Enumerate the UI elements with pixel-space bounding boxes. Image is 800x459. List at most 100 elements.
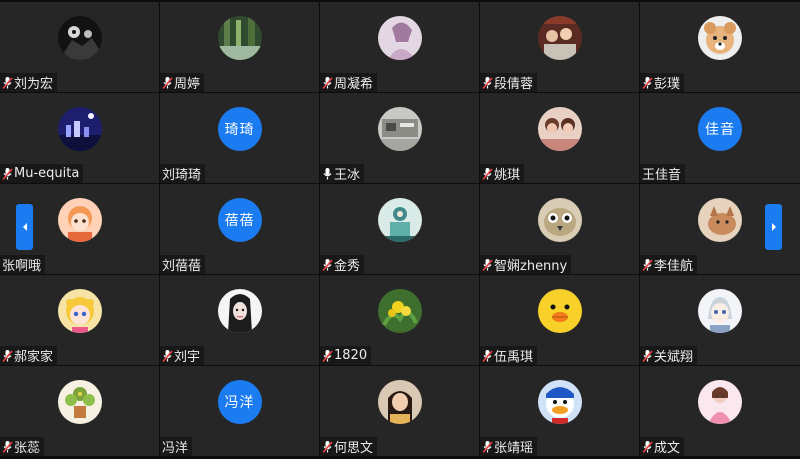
avatar (57, 289, 102, 333)
participant-tile[interactable]: 佳音 王佳音 (640, 93, 800, 183)
nameplate: 刘琦琦 (160, 164, 206, 183)
participant-tile[interactable]: 周婷 (160, 2, 319, 92)
mic-muted-icon (482, 167, 493, 181)
avatar (698, 289, 742, 333)
participant-name: 刘为宏 (14, 77, 54, 92)
participant-name: 郝家家 (14, 350, 54, 365)
participant-name: 王佳音 (642, 168, 682, 183)
mic-muted-icon (322, 440, 333, 454)
nameplate: 王佳音 (640, 164, 686, 183)
avatar (57, 16, 102, 60)
mic-muted-icon (2, 440, 13, 454)
participant-tile[interactable]: 刘为宏 (0, 2, 159, 92)
nameplate: 郝家家 (0, 346, 58, 365)
avatar-initials: 冯洋 (217, 380, 262, 424)
participant-name: 张蕊 (14, 441, 41, 456)
nameplate: 刘为宏 (0, 73, 58, 92)
chevron-left-icon (21, 222, 29, 232)
avatar (217, 16, 262, 60)
participant-tile[interactable]: 张靖瑶 (480, 366, 639, 456)
avatar (698, 380, 742, 424)
avatar (377, 380, 422, 424)
participant-name: 彭璞 (654, 77, 681, 92)
nameplate: 周凝希 (320, 73, 378, 92)
participant-tile[interactable]: 何思文 (320, 366, 479, 456)
mic-muted-icon (642, 440, 653, 454)
participant-tile[interactable]: 段倩蓉 (480, 2, 639, 92)
participant-name: 成文 (654, 441, 681, 456)
avatar (698, 198, 742, 242)
nameplate: 冯洋 (160, 437, 193, 456)
participant-name: 张啊哦 (2, 259, 42, 274)
participant-name: 张靖瑶 (494, 441, 534, 456)
participant-tile[interactable]: 琦琦 刘琦琦 (160, 93, 319, 183)
next-page-button[interactable] (765, 204, 782, 250)
participant-name: 刘琦琦 (162, 168, 202, 183)
avatar-initials: 琦琦 (217, 107, 262, 151)
participant-tile[interactable]: 张蕊 (0, 366, 159, 456)
participant-tile[interactable]: 刘宇 (160, 275, 319, 365)
avatar (57, 380, 102, 424)
chevron-right-icon (770, 222, 778, 232)
avatar (377, 289, 422, 333)
nameplate: 段倩蓉 (480, 73, 538, 92)
avatar (537, 289, 582, 333)
participant-name: 王冰 (334, 168, 361, 183)
mic-muted-icon (322, 76, 333, 90)
mic-muted-icon (482, 76, 493, 90)
participant-tile[interactable]: 冯洋 冯洋 (160, 366, 319, 456)
participant-tile[interactable]: 伍禹琪 (480, 275, 639, 365)
mic-muted-icon (642, 349, 653, 363)
participant-name: 周凝希 (334, 77, 374, 92)
participant-name: 段倩蓉 (494, 77, 534, 92)
participant-name: 姚琪 (494, 168, 521, 183)
avatar (698, 16, 742, 60)
prev-page-button[interactable] (16, 204, 33, 250)
participant-tile[interactable]: 彭璞 (640, 2, 800, 92)
participant-tile[interactable]: 金秀 (320, 184, 479, 274)
participant-tile[interactable]: 1820 (320, 275, 479, 365)
mic-muted-icon (2, 167, 13, 181)
mic-muted-icon (162, 76, 173, 90)
nameplate: 伍禹琪 (480, 346, 538, 365)
participant-tile[interactable]: 王冰 (320, 93, 479, 183)
participant-name: 关斌翔 (654, 350, 694, 365)
nameplate: 金秀 (320, 255, 365, 274)
avatar (537, 198, 582, 242)
avatar-initials: 蓓蓓 (217, 198, 262, 242)
mic-muted-icon (322, 349, 333, 363)
mic-muted-icon (642, 76, 653, 90)
mic-muted-icon (482, 440, 493, 454)
participant-tile[interactable]: 成文 (640, 366, 800, 456)
nameplate: 彭璞 (640, 73, 685, 92)
nameplate: 王冰 (320, 164, 365, 183)
mic-muted-icon (482, 258, 493, 272)
participant-name: 冯洋 (162, 441, 189, 456)
participant-tile[interactable]: 郝家家 (0, 275, 159, 365)
participant-name: 李佳航 (654, 259, 694, 274)
nameplate: Mu-equita (0, 164, 84, 183)
participant-tile[interactable]: 姚琪 (480, 93, 639, 183)
avatar (57, 107, 102, 151)
participant-tile[interactable]: 蓓蓓 刘蓓蓓 (160, 184, 319, 274)
nameplate: 李佳航 (640, 255, 698, 274)
participant-name: 1820 (334, 348, 368, 363)
nameplate: 智娴zhenny (480, 255, 572, 274)
participant-tile[interactable]: Mu-equita (0, 93, 159, 183)
mic-muted-icon (482, 349, 493, 363)
participant-tile[interactable]: 智娴zhenny (480, 184, 639, 274)
participant-tile[interactable]: 周凝希 (320, 2, 479, 92)
participant-name: 刘蓓蓓 (162, 259, 202, 274)
participant-name: Mu-equita (14, 166, 80, 181)
nameplate: 成文 (640, 437, 685, 456)
nameplate: 关斌翔 (640, 346, 698, 365)
avatar (537, 380, 582, 424)
participant-name: 何思文 (334, 441, 374, 456)
participant-tile[interactable]: 关斌翔 (640, 275, 800, 365)
avatar (537, 16, 582, 60)
participant-grid: 刘为宏 周婷 周凝希 段倩蓉 彭璞 Mu-equita 琦琦 刘琦琦 王冰 姚琪… (0, 0, 800, 459)
mic-muted-icon (322, 258, 333, 272)
participant-name: 周婷 (174, 77, 201, 92)
nameplate: 刘宇 (160, 346, 205, 365)
mic-muted-icon (2, 76, 13, 90)
